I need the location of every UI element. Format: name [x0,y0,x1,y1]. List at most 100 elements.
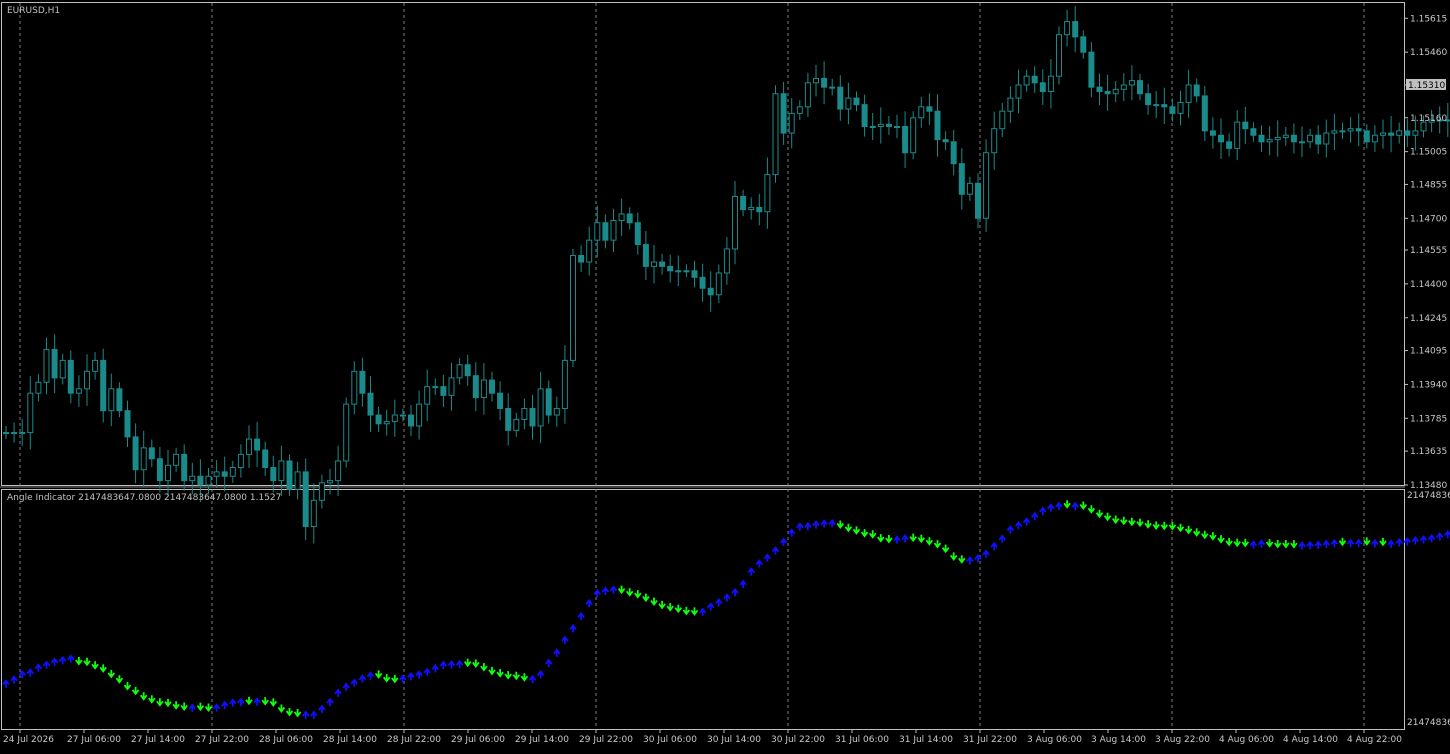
time-scale[interactable]: 24 Jul 202627 Jul 06:0027 Jul 14:0027 Ju… [3,729,1402,745]
candle [716,265,721,303]
bull-candle-body [190,476,195,480]
bear-candle-body [1210,131,1215,135]
bear-candle-body [1219,135,1224,142]
down-arrow-icon [1267,539,1273,546]
price-label: 1.15005 [1410,148,1447,158]
time-label: 27 Jul 06:00 [67,735,121,745]
candle [1210,117,1215,148]
bull-candle-body [109,389,114,411]
bear-candle-body [409,415,414,426]
bear-candle-body [530,408,535,425]
time-label: 28 Jul 14:00 [323,735,377,745]
candle [967,177,972,201]
bear-candle-body [1032,76,1037,83]
up-arrow-icon [756,561,762,568]
price-label: 1.13480 [1410,481,1447,491]
bear-candle-body [1259,135,1264,142]
candle [652,245,657,283]
bull-candle-body [400,415,405,416]
candle [230,461,235,483]
down-arrow-icon [521,673,527,680]
bear-candle-body [1162,105,1167,107]
candle [12,422,17,442]
candle [741,190,746,216]
time-label: 31 Jul 22:00 [963,735,1017,745]
candle [1202,86,1207,141]
bear-candle-body [579,255,584,262]
up-arrow-icon [416,672,422,679]
bull-candle-body [449,378,454,395]
candle [344,398,349,468]
candle [1275,120,1280,156]
bear-candle-body [1097,87,1102,91]
up-arrow-icon [764,555,770,562]
candle [125,401,130,447]
up-arrow-icon [1040,508,1046,515]
indicator-scale-top: 2147483647 [1407,491,1450,501]
bear-candle-body [498,393,503,408]
bull-candle-body [1340,131,1345,132]
candle [1016,70,1021,114]
candle [886,116,891,135]
bear-candle-body [125,411,130,437]
bull-candle-body [44,349,49,382]
bull-candle-body [1324,133,1329,144]
candle [1146,84,1151,115]
vertical-grid [20,3,1364,729]
price-label: 1.14095 [1410,347,1447,357]
candle [44,338,49,394]
bull-candle-body [1235,122,1240,148]
up-arrow-icon [1388,541,1394,548]
up-arrow-icon [1056,503,1062,510]
candle [822,61,827,104]
candle [643,231,648,280]
candle [562,345,567,424]
down-arrow-icon [497,669,503,676]
candle [360,358,365,407]
bear-candle-body [1227,142,1232,149]
up-arrow-icon [594,590,600,597]
up-arrow-icon [327,699,333,706]
up-arrow-icon [303,712,309,719]
time-label: 29 Jul 22:00 [579,735,633,745]
down-arrow-icon [1105,513,1111,520]
candle [692,261,697,288]
down-arrow-icon [926,537,932,544]
price-label: 1.15160 [1410,114,1447,124]
bull-candle-body [749,207,754,209]
up-arrow-icon [1307,542,1313,549]
up-arrow-icon [1259,541,1265,548]
bull-candle-body [911,118,916,153]
up-arrow-icon [432,666,438,673]
bear-candle-body [627,214,632,223]
bull-candle-body [1008,98,1013,111]
candle [959,148,964,209]
down-arrow-icon [1242,539,1248,546]
candle [895,115,900,139]
bull-candle-body [716,273,721,295]
bear-candle-body [903,127,908,153]
candle [4,426,9,439]
candle [1235,110,1240,160]
bull-candle-body [238,454,243,467]
chart-canvas[interactable]: 1.156151.154601.151601.150051.148551.147… [0,0,1450,750]
down-arrow-icon [246,697,252,704]
up-arrow-icon [27,670,33,677]
up-arrow-icon [35,665,41,672]
up-arrow-icon [821,521,827,528]
candle [814,65,819,96]
up-arrow-icon [335,690,341,697]
down-arrow-icon [1275,540,1281,547]
down-arrow-icon [108,670,114,677]
candle [400,408,405,421]
down-arrow-icon [465,659,471,666]
bull-candle-body [538,389,543,426]
price-label: 1.13940 [1410,380,1447,390]
candle [1397,123,1402,144]
candle [1356,113,1361,146]
bull-candle-body [279,461,284,481]
candle [1081,30,1086,58]
bull-candle-body [1057,35,1062,77]
bull-candle-body [1332,131,1337,133]
price-label: 1.14245 [1410,314,1447,324]
